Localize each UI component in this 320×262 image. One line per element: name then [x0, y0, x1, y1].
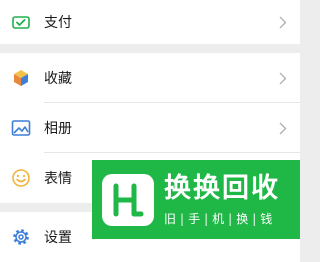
menu-item-payment[interactable]: 支付 [0, 0, 300, 44]
separator: | [180, 211, 185, 226]
watermark-subtitle-char: 手 [188, 211, 201, 226]
separator: | [204, 211, 209, 226]
menu-item-label: 收藏 [44, 71, 72, 87]
chevron-right-icon [278, 15, 288, 29]
menu-item-album[interactable]: 相册 [0, 103, 300, 153]
separator: | [228, 211, 233, 226]
gear-icon [10, 226, 32, 248]
separator: | [252, 211, 257, 226]
watermark-subtitle-char: 换 [236, 211, 249, 226]
chevron-right-icon [278, 121, 288, 135]
watermark-subtitle-char: 钱 [260, 211, 273, 226]
watermark-subtitle-char: 机 [212, 211, 225, 226]
hh-logo-icon [102, 173, 154, 226]
watermark-banner: 换换回收 旧 | 手 | 机 | 换 | 钱 [92, 160, 300, 239]
wallet-check-icon [10, 11, 32, 33]
watermark-title: 换换回收 [164, 172, 280, 204]
photo-icon [10, 117, 32, 139]
menu-item-label: 相册 [44, 121, 72, 137]
cube-icon [10, 67, 32, 89]
smiley-icon [10, 167, 32, 189]
watermark-subtitle-char: 旧 [164, 211, 177, 226]
watermark-subtitle: 旧 | 手 | 机 | 换 | 钱 [164, 211, 280, 227]
chevron-right-icon [278, 71, 288, 85]
section-gap [0, 44, 300, 53]
menu-item-favorites[interactable]: 收藏 [0, 53, 300, 103]
menu-item-label: 支付 [44, 15, 72, 31]
